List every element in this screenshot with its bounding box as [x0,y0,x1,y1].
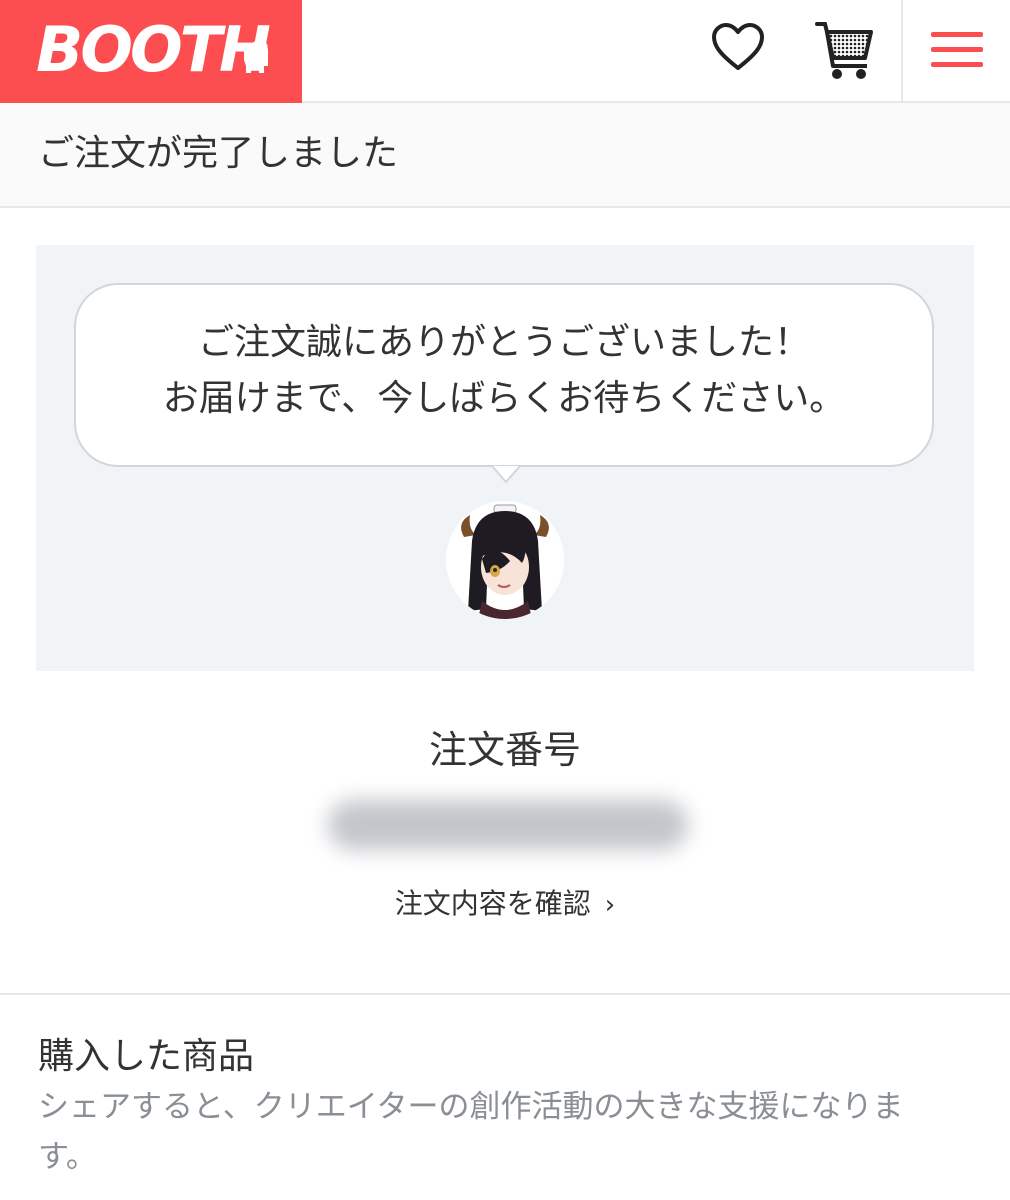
cart-icon [815,22,873,79]
purchased-items-description: シェアすると、クリエイターの創作活動の大きな支援になります。 [38,1089,904,1175]
character-avatar [446,501,564,619]
menu-button[interactable] [931,30,983,70]
favorites-button[interactable] [710,20,766,76]
logo-text: BOOTH [36,13,271,86]
section-divider [0,993,1010,995]
cart-button[interactable] [813,18,877,82]
speech-bubble: ご注文誠にありがとうございました！ お届けまで、今しばらくお待ちください。 [74,283,934,467]
view-order-details-link[interactable]: 注文内容を確認 › [0,882,1010,927]
booth-logo[interactable]: BOOTH [0,0,302,103]
view-order-details-label: 注文内容を確認 [394,887,591,920]
purchased-items-title: 購入した商品 [38,1036,255,1077]
order-number-redacted [328,800,688,850]
thanks-panel: ご注文誠にありがとうございました！ お届けまで、今しばらくお待ちください。 [36,245,974,671]
order-number-label: 注文番号 [428,728,581,772]
speech-bubble-tail [492,466,520,484]
chevron-right-icon: › [604,890,616,920]
page-title: ご注文が完了しました [38,133,399,174]
page-title-bar: ご注文が完了しました [0,103,1010,208]
thanks-message: ご注文誠にありがとうございました！ [197,322,810,363]
hamburger-menu-icon [931,32,983,67]
character-avatar-image [446,501,564,619]
menu-area [901,0,1010,101]
heart-icon [712,23,764,70]
logo-mascot-icon [242,41,268,73]
app-header: BOOTH [0,0,1010,103]
delivery-message: お届けまで、今しばらくお待ちください。 [162,378,846,419]
